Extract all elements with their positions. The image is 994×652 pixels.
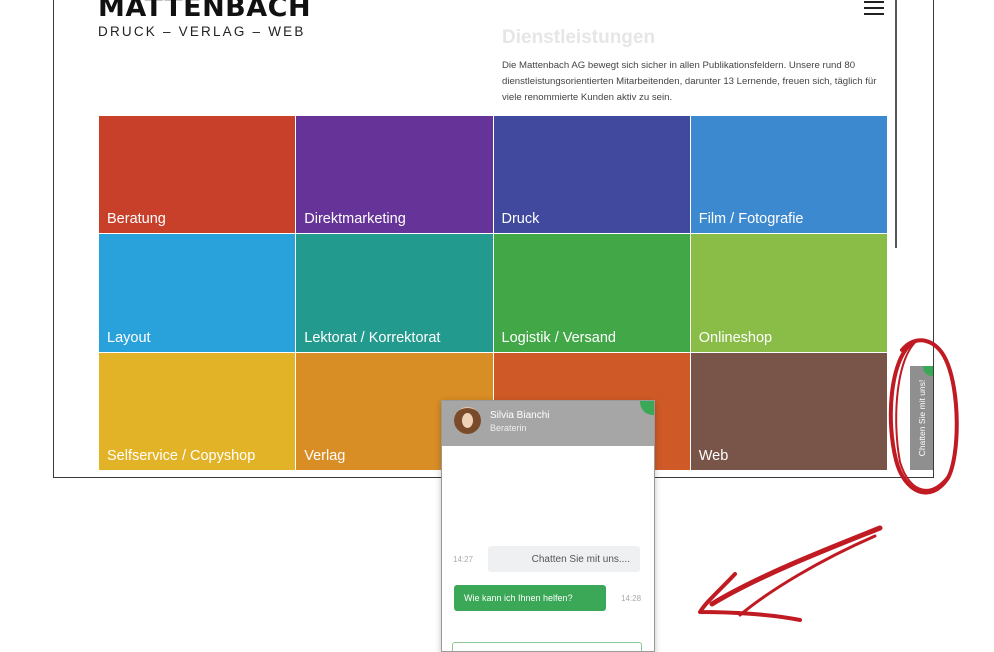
message-time: 14:27 — [453, 555, 474, 564]
logo-subtitle: DRUCK – VERLAG – WEB — [98, 24, 306, 39]
tile-film-fotografie[interactable]: Film / Fotografie — [690, 116, 887, 234]
message-time: 14:28 — [621, 594, 642, 603]
agent-avatar — [454, 407, 481, 434]
tile-lektorat-korrektorat[interactable]: Lektorat / Korrektorat — [296, 234, 493, 352]
tile-selfservice-copyshop[interactable]: Selfservice / Copyshop — [99, 352, 296, 470]
tile-label: Selfservice / Copyshop — [107, 448, 256, 464]
chat-side-tab[interactable]: Chatten Sie mit uns! — [910, 366, 933, 470]
tile-label: Onlineshop — [698, 329, 773, 346]
tile-web[interactable]: Web — [690, 352, 887, 470]
chat-tab-indicator — [923, 366, 933, 376]
tile-beratung[interactable]: Beratung — [99, 116, 296, 234]
chat-status-indicator — [640, 401, 654, 415]
tile-label: Web — [698, 448, 729, 464]
red-arrow-shaft — [709, 525, 883, 607]
tile-label: Lektorat / Korrektorat — [304, 329, 441, 346]
red-arrow-shaft-echo — [738, 534, 877, 617]
tile-logistik-versand[interactable]: Logistik / Versand — [493, 234, 690, 352]
tile-label: Film / Fotografie — [698, 211, 804, 228]
agent-role: Beraterin — [490, 423, 527, 433]
hamburger-menu-icon[interactable] — [864, 0, 884, 16]
agent-message-bubble: Chatten Sie mit uns.... — [488, 546, 640, 572]
tile-label: Verlag — [304, 448, 346, 464]
logo-title: MATTENBACH — [98, 0, 312, 23]
chat-side-tab-label: Chatten Sie mit uns! — [916, 379, 927, 457]
chat-popup: Silvia Bianchi Beraterin 14:27 Chatten S… — [441, 400, 655, 652]
chat-header: Silvia Bianchi Beraterin — [442, 401, 654, 446]
chat-message-input[interactable] — [452, 642, 642, 651]
agent-name: Silvia Bianchi — [490, 410, 550, 421]
tile-druck[interactable]: Druck — [493, 116, 690, 234]
visitor-message-bubble: Wie kann ich Ihnen helfen? — [454, 585, 606, 611]
page-scrollbar[interactable] — [895, 0, 897, 248]
section-title: Dienstleistungen — [502, 27, 656, 48]
section-description: Die Mattenbach AG bewegt sich sicher in … — [502, 60, 877, 103]
tile-label: Direktmarketing — [304, 211, 406, 228]
red-arrow-head — [698, 572, 802, 622]
tile-onlineshop[interactable]: Onlineshop — [690, 234, 887, 352]
tile-label: Druck — [501, 211, 540, 228]
tile-label: Beratung — [107, 211, 166, 228]
mattenbach-logo[interactable]: MATTENBACH DRUCK – VERLAG – WEB — [98, 0, 311, 39]
tile-direktmarketing[interactable]: Direktmarketing — [296, 116, 493, 234]
tile-label: Logistik / Versand — [501, 329, 616, 346]
tile-label: Layout — [107, 329, 151, 346]
tile-layout[interactable]: Layout — [99, 234, 296, 352]
